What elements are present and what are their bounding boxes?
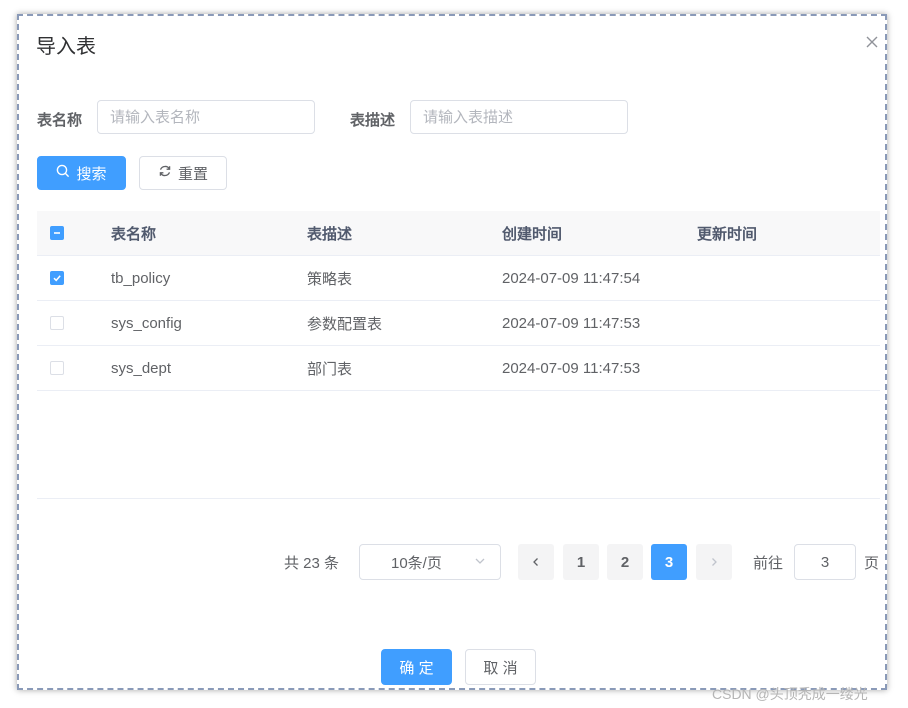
- cell-table-name: tb_policy: [111, 269, 171, 287]
- reset-button[interactable]: 重置: [139, 156, 227, 190]
- select-all-checkbox[interactable]: [50, 226, 64, 240]
- page-button-3[interactable]: 3: [651, 544, 687, 580]
- prev-page-button[interactable]: [518, 544, 554, 580]
- table-desc-label: 表描述: [350, 112, 396, 129]
- confirm-button[interactable]: 确 定: [381, 649, 452, 685]
- chevron-left-icon: [533, 558, 538, 566]
- table-bottom-divider: [37, 498, 880, 499]
- row-checkbox[interactable]: [50, 271, 64, 285]
- goto-suffix: 页: [864, 555, 880, 572]
- table: 表名称 表描述 创建时间 更新时间 tb_policy 策略表 2024-07-…: [37, 211, 880, 391]
- search-icon: [56, 164, 70, 182]
- table-row[interactable]: tb_policy 策略表 2024-07-09 11:47:54: [37, 256, 880, 301]
- table-row[interactable]: sys_dept 部门表 2024-07-09 11:47:53: [37, 346, 880, 391]
- cell-table-desc: 部门表: [307, 360, 353, 378]
- cell-table-name: sys_config: [111, 314, 182, 332]
- minus-icon: [54, 232, 60, 234]
- cell-table-desc: 策略表: [307, 270, 353, 288]
- table-name-input[interactable]: [97, 100, 315, 134]
- table-header: 表名称 表描述 创建时间 更新时间: [37, 211, 880, 256]
- dialog-title: 导入表: [36, 36, 96, 58]
- cell-created-time: 2024-07-09 11:47:53: [502, 359, 641, 377]
- cell-created-time: 2024-07-09 11:47:53: [502, 314, 641, 332]
- cell-table-name: sys_dept: [111, 359, 172, 377]
- page-button-1[interactable]: 1: [563, 544, 599, 580]
- row-checkbox[interactable]: [50, 316, 64, 330]
- close-icon[interactable]: [864, 34, 880, 50]
- cell-created-time: 2024-07-09 11:47:54: [502, 269, 641, 287]
- header-table-desc: 表描述: [307, 225, 353, 243]
- cell-table-desc: 参数配置表: [307, 315, 383, 333]
- page-button-2[interactable]: 2: [607, 544, 643, 580]
- page-size-select[interactable]: 10条/页: [359, 544, 501, 580]
- refresh-icon: [158, 164, 172, 182]
- table-row[interactable]: sys_config 参数配置表 2024-07-09 11:47:53: [37, 301, 880, 346]
- cancel-button[interactable]: 取 消: [465, 649, 536, 685]
- table-desc-input[interactable]: [410, 100, 628, 134]
- search-button-label: 搜索: [76, 165, 107, 183]
- row-checkbox[interactable]: [50, 361, 64, 375]
- chevron-right-icon: [712, 558, 717, 566]
- reset-button-label: 重置: [177, 165, 208, 183]
- header-updated-time: 更新时间: [697, 225, 758, 243]
- watermark: CSDN @头顶秃成一缕光: [712, 686, 868, 702]
- goto-prefix: 前往: [753, 555, 784, 572]
- page-size-value: 10条/页: [391, 554, 442, 572]
- chevron-down-icon: [474, 554, 486, 571]
- table-name-label: 表名称: [37, 112, 83, 129]
- pagination-total: 共 23 条: [284, 555, 340, 572]
- search-button[interactable]: 搜索: [37, 156, 126, 190]
- goto-page-input[interactable]: [794, 544, 856, 580]
- header-created-time: 创建时间: [502, 225, 563, 243]
- header-table-name: 表名称: [111, 225, 157, 243]
- check-icon: [53, 275, 61, 282]
- next-page-button[interactable]: [696, 544, 732, 580]
